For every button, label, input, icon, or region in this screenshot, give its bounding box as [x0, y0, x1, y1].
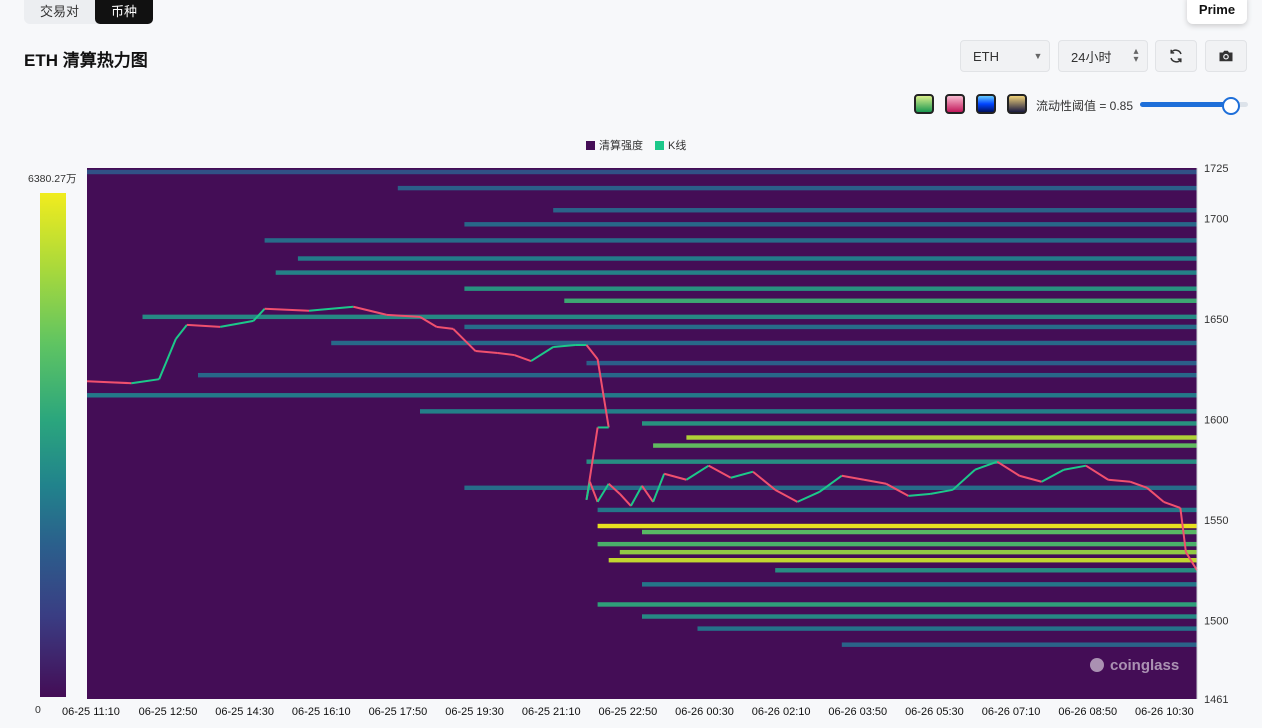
- watermark: coinglass: [1088, 656, 1179, 674]
- liquidity-band: [297, 256, 1197, 261]
- y-tick-label: 1700: [1204, 213, 1228, 225]
- liquidity-band: [642, 614, 1197, 619]
- liquidity-band: [464, 286, 1197, 291]
- x-tick-label: 06-25 19:30: [445, 706, 504, 718]
- x-tick-label: 06-25 22:50: [599, 706, 658, 718]
- y-tick-label: 1725: [1204, 163, 1228, 175]
- liquidity-band: [597, 523, 1197, 529]
- y-tick-label: 1650: [1204, 314, 1228, 326]
- liquidity-band: [464, 485, 1197, 491]
- liquidity-band: [87, 393, 1197, 398]
- liquidity-band: [686, 435, 1197, 440]
- x-tick-label: 06-26 10:30: [1135, 706, 1194, 718]
- liquidity-band: [608, 558, 1197, 563]
- x-tick-label: 06-26 00:30: [675, 706, 734, 718]
- liquidity-band: [841, 642, 1197, 647]
- x-tick-label: 06-26 03:50: [828, 706, 887, 718]
- y-tick-label: 1461: [1204, 694, 1228, 706]
- liquidity-band: [264, 238, 1198, 243]
- liquidity-band: [597, 507, 1197, 513]
- liquidity-band: [464, 324, 1197, 330]
- y-tick-label: 1550: [1204, 515, 1228, 527]
- liquidity-band: [597, 541, 1197, 547]
- liquidity-band: [142, 314, 1197, 320]
- y-tick-label: 1600: [1204, 414, 1228, 426]
- liquidity-band: [397, 185, 1197, 191]
- liquidity-band: [553, 208, 1197, 213]
- liquidity-band: [198, 372, 1197, 378]
- x-tick-label: 06-25 14:30: [215, 706, 274, 718]
- liquidity-band: [597, 602, 1197, 607]
- x-tick-label: 06-25 12:50: [139, 706, 198, 718]
- liquidity-band: [642, 421, 1197, 426]
- liquidity-band: [420, 409, 1197, 414]
- x-tick-label: 06-25 11:10: [62, 706, 120, 718]
- x-tick-label: 06-25 21:10: [522, 706, 581, 718]
- liquidity-band: [697, 626, 1197, 631]
- liquidity-band: [775, 568, 1197, 573]
- liquidity-band: [331, 340, 1197, 346]
- heatmap-chart: 1725 1700 1650 1600 1550 1500 1461 06-25 11:10 0…: [62, 163, 1228, 718]
- x-tick-label: 06-26 07:10: [982, 706, 1041, 718]
- x-tick-label: 06-26 08:50: [1058, 706, 1117, 718]
- liquidity-band: [586, 360, 1197, 366]
- x-tick-label: 06-25 16:10: [292, 706, 351, 718]
- heatmap-background: [87, 168, 1197, 699]
- liquidity-band: [642, 529, 1197, 535]
- liquidity-band: [642, 582, 1197, 587]
- liquidity-band: [653, 443, 1197, 448]
- x-tick-label: 06-25 17:50: [369, 706, 428, 718]
- liquidity-band: [564, 298, 1197, 303]
- y-tick-label: 1500: [1204, 616, 1228, 628]
- watermark-text: coinglass: [1110, 656, 1180, 674]
- liquidity-band: [619, 549, 1197, 555]
- liquidity-band: [464, 222, 1197, 227]
- liquidity-band: [586, 459, 1197, 464]
- liquidity-band: [87, 169, 1197, 175]
- x-tick-label: 06-26 02:10: [752, 706, 811, 718]
- coinglass-logo-icon: [1090, 658, 1104, 672]
- x-tick-label: 06-26 05:30: [905, 706, 964, 718]
- liquidity-band: [275, 270, 1197, 275]
